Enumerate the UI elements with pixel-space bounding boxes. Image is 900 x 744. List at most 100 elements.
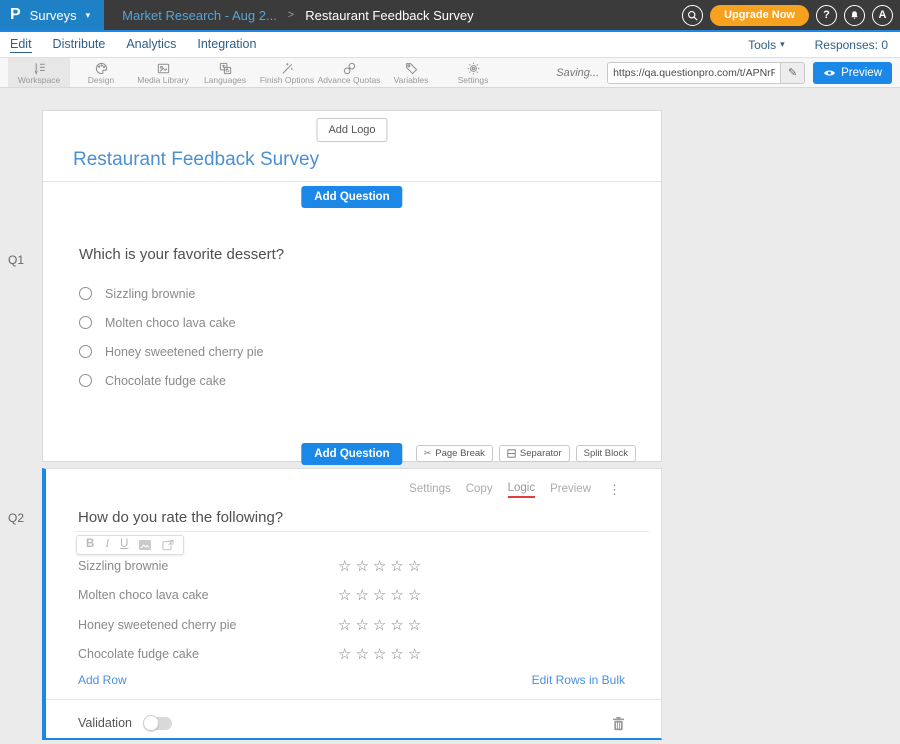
edit-url-button[interactable]: ✎	[780, 63, 804, 83]
toolbar-item-design[interactable]: Design	[70, 58, 132, 87]
toolbar-item-variables[interactable]: Variables	[380, 58, 442, 87]
toolbar-item-advance-quotas[interactable]: Advance Quotas	[318, 58, 380, 87]
star-icon[interactable]: ☆	[408, 587, 425, 604]
star-icon[interactable]: ☆	[390, 558, 407, 575]
tab-edit[interactable]: Edit	[10, 37, 32, 53]
radio-button[interactable]	[79, 374, 92, 387]
star-icon[interactable]: ☆	[390, 646, 407, 663]
underline-button[interactable]: U	[120, 539, 128, 551]
row-label[interactable]: Honey sweetened cherry pie	[78, 618, 236, 632]
radio-button[interactable]	[79, 316, 92, 329]
tab-distribute[interactable]: Distribute	[53, 37, 106, 53]
toolbar-item-settings[interactable]: Settings	[442, 58, 504, 87]
add-row-link[interactable]: Add Row	[78, 673, 127, 687]
surveys-menu[interactable]: P Surveys ▾	[0, 0, 104, 30]
star-icon[interactable]: ☆	[355, 617, 372, 634]
delete-question-icon[interactable]	[612, 716, 625, 731]
question-1-text[interactable]: Which is your favorite dessert?	[79, 246, 284, 263]
option-label[interactable]: Molten choco lava cake	[105, 316, 236, 330]
page-break-button[interactable]: ✂ Page Break	[416, 445, 493, 462]
toolbar-item-languages[interactable]: A Languages	[194, 58, 256, 87]
radio-button[interactable]	[79, 345, 92, 358]
star-icon[interactable]: ☆	[338, 587, 355, 604]
star-icon[interactable]: ☆	[355, 558, 372, 575]
star-icon[interactable]: ☆	[338, 617, 355, 634]
validation-label: Validation	[78, 716, 132, 730]
survey-url-input[interactable]	[608, 63, 780, 83]
star-icon[interactable]: ☆	[408, 617, 425, 634]
row-label[interactable]: Sizzling brownie	[78, 559, 168, 573]
separator-button[interactable]: Separator	[499, 445, 570, 462]
more-options-icon[interactable]: ⋮	[608, 482, 621, 498]
edit-rows-in-bulk-link[interactable]: Edit Rows in Bulk	[532, 673, 625, 687]
add-question-button-top[interactable]: Add Question	[301, 186, 402, 208]
toolbar-item-workspace[interactable]: Workspace	[8, 58, 70, 87]
toolbar-item-finish-options[interactable]: Finish Options	[256, 58, 318, 87]
question-2-card: Settings Copy Logic Preview ⋮ How do you…	[42, 468, 662, 740]
star-icon[interactable]: ☆	[373, 558, 390, 575]
tools-menu[interactable]: Tools ▾	[748, 38, 785, 52]
option-row[interactable]: Honey sweetened cherry pie	[79, 337, 263, 366]
breadcrumb-survey-name[interactable]: Restaurant Feedback Survey	[305, 8, 473, 23]
validation-toggle[interactable]	[144, 717, 172, 730]
topbar-actions: Upgrade Now ? A	[682, 5, 900, 26]
open-editor-button[interactable]	[162, 539, 174, 551]
question-1-number: Q1	[8, 253, 24, 267]
star-icon[interactable]: ☆	[355, 587, 372, 604]
tab-integration[interactable]: Integration	[197, 37, 256, 53]
star-icon[interactable]: ☆	[338, 558, 355, 575]
radio-button[interactable]	[79, 287, 92, 300]
toolbar-item-media-library[interactable]: Media Library	[132, 58, 194, 87]
question-settings-button[interactable]: Settings	[409, 483, 451, 497]
row-label[interactable]: Chocolate fudge cake	[78, 647, 199, 661]
option-label[interactable]: Sizzling brownie	[105, 287, 195, 301]
bell-icon	[849, 9, 860, 21]
search-button[interactable]	[682, 5, 703, 26]
star-icon[interactable]: ☆	[408, 558, 425, 575]
star-icon[interactable]: ☆	[373, 646, 390, 663]
star-rating[interactable]: ☆☆☆☆☆	[338, 645, 425, 663]
question-copy-button[interactable]: Copy	[466, 483, 493, 497]
star-icon[interactable]: ☆	[408, 646, 425, 663]
option-row[interactable]: Molten choco lava cake	[79, 308, 263, 337]
star-rating[interactable]: ☆☆☆☆☆	[338, 616, 425, 634]
preview-button[interactable]: Preview	[813, 62, 892, 84]
add-question-button-bottom[interactable]: Add Question	[301, 443, 402, 465]
star-rating[interactable]: ☆☆☆☆☆	[338, 557, 425, 575]
italic-button[interactable]: I	[105, 539, 109, 551]
option-row[interactable]: Sizzling brownie	[79, 279, 263, 308]
split-block-button[interactable]: Split Block	[576, 445, 636, 462]
tools-label: Tools	[748, 38, 776, 52]
insert-image-icon	[139, 540, 151, 550]
star-icon[interactable]: ☆	[355, 646, 372, 663]
responses-count[interactable]: Responses: 0	[815, 38, 888, 52]
notifications-button[interactable]	[844, 5, 865, 26]
star-icon[interactable]: ☆	[338, 646, 355, 663]
option-label[interactable]: Honey sweetened cherry pie	[105, 345, 263, 359]
tab-analytics[interactable]: Analytics	[126, 37, 176, 53]
nav-tabs: Edit Distribute Analytics Integration	[10, 37, 256, 53]
add-logo-button[interactable]: Add Logo	[316, 118, 387, 142]
row-label[interactable]: Molten choco lava cake	[78, 588, 209, 602]
validation-row: Validation	[78, 712, 625, 734]
breadcrumb-folder[interactable]: Market Research - Aug 2...	[122, 8, 277, 23]
question-logic-button[interactable]: Logic	[508, 482, 536, 498]
insert-image-button[interactable]	[139, 540, 151, 550]
option-label[interactable]: Chocolate fudge cake	[105, 374, 226, 388]
question-preview-button[interactable]: Preview	[550, 483, 591, 497]
option-row[interactable]: Chocolate fudge cake	[79, 366, 263, 395]
survey-title[interactable]: Restaurant Feedback Survey	[73, 149, 319, 171]
star-rating[interactable]: ☆☆☆☆☆	[338, 586, 425, 604]
survey-url-box: ✎	[607, 62, 805, 84]
star-icon[interactable]: ☆	[373, 587, 390, 604]
question-title-underline	[76, 531, 649, 532]
star-icon[interactable]: ☆	[390, 587, 407, 604]
question-2-text[interactable]: How do you rate the following?	[78, 509, 283, 526]
help-button[interactable]: ?	[816, 5, 837, 26]
star-icon[interactable]: ☆	[390, 617, 407, 634]
upgrade-now-button[interactable]: Upgrade Now	[710, 5, 809, 26]
avatar[interactable]: A	[872, 5, 893, 26]
bold-button[interactable]: B	[86, 539, 94, 551]
eye-icon	[823, 68, 836, 78]
star-icon[interactable]: ☆	[373, 617, 390, 634]
